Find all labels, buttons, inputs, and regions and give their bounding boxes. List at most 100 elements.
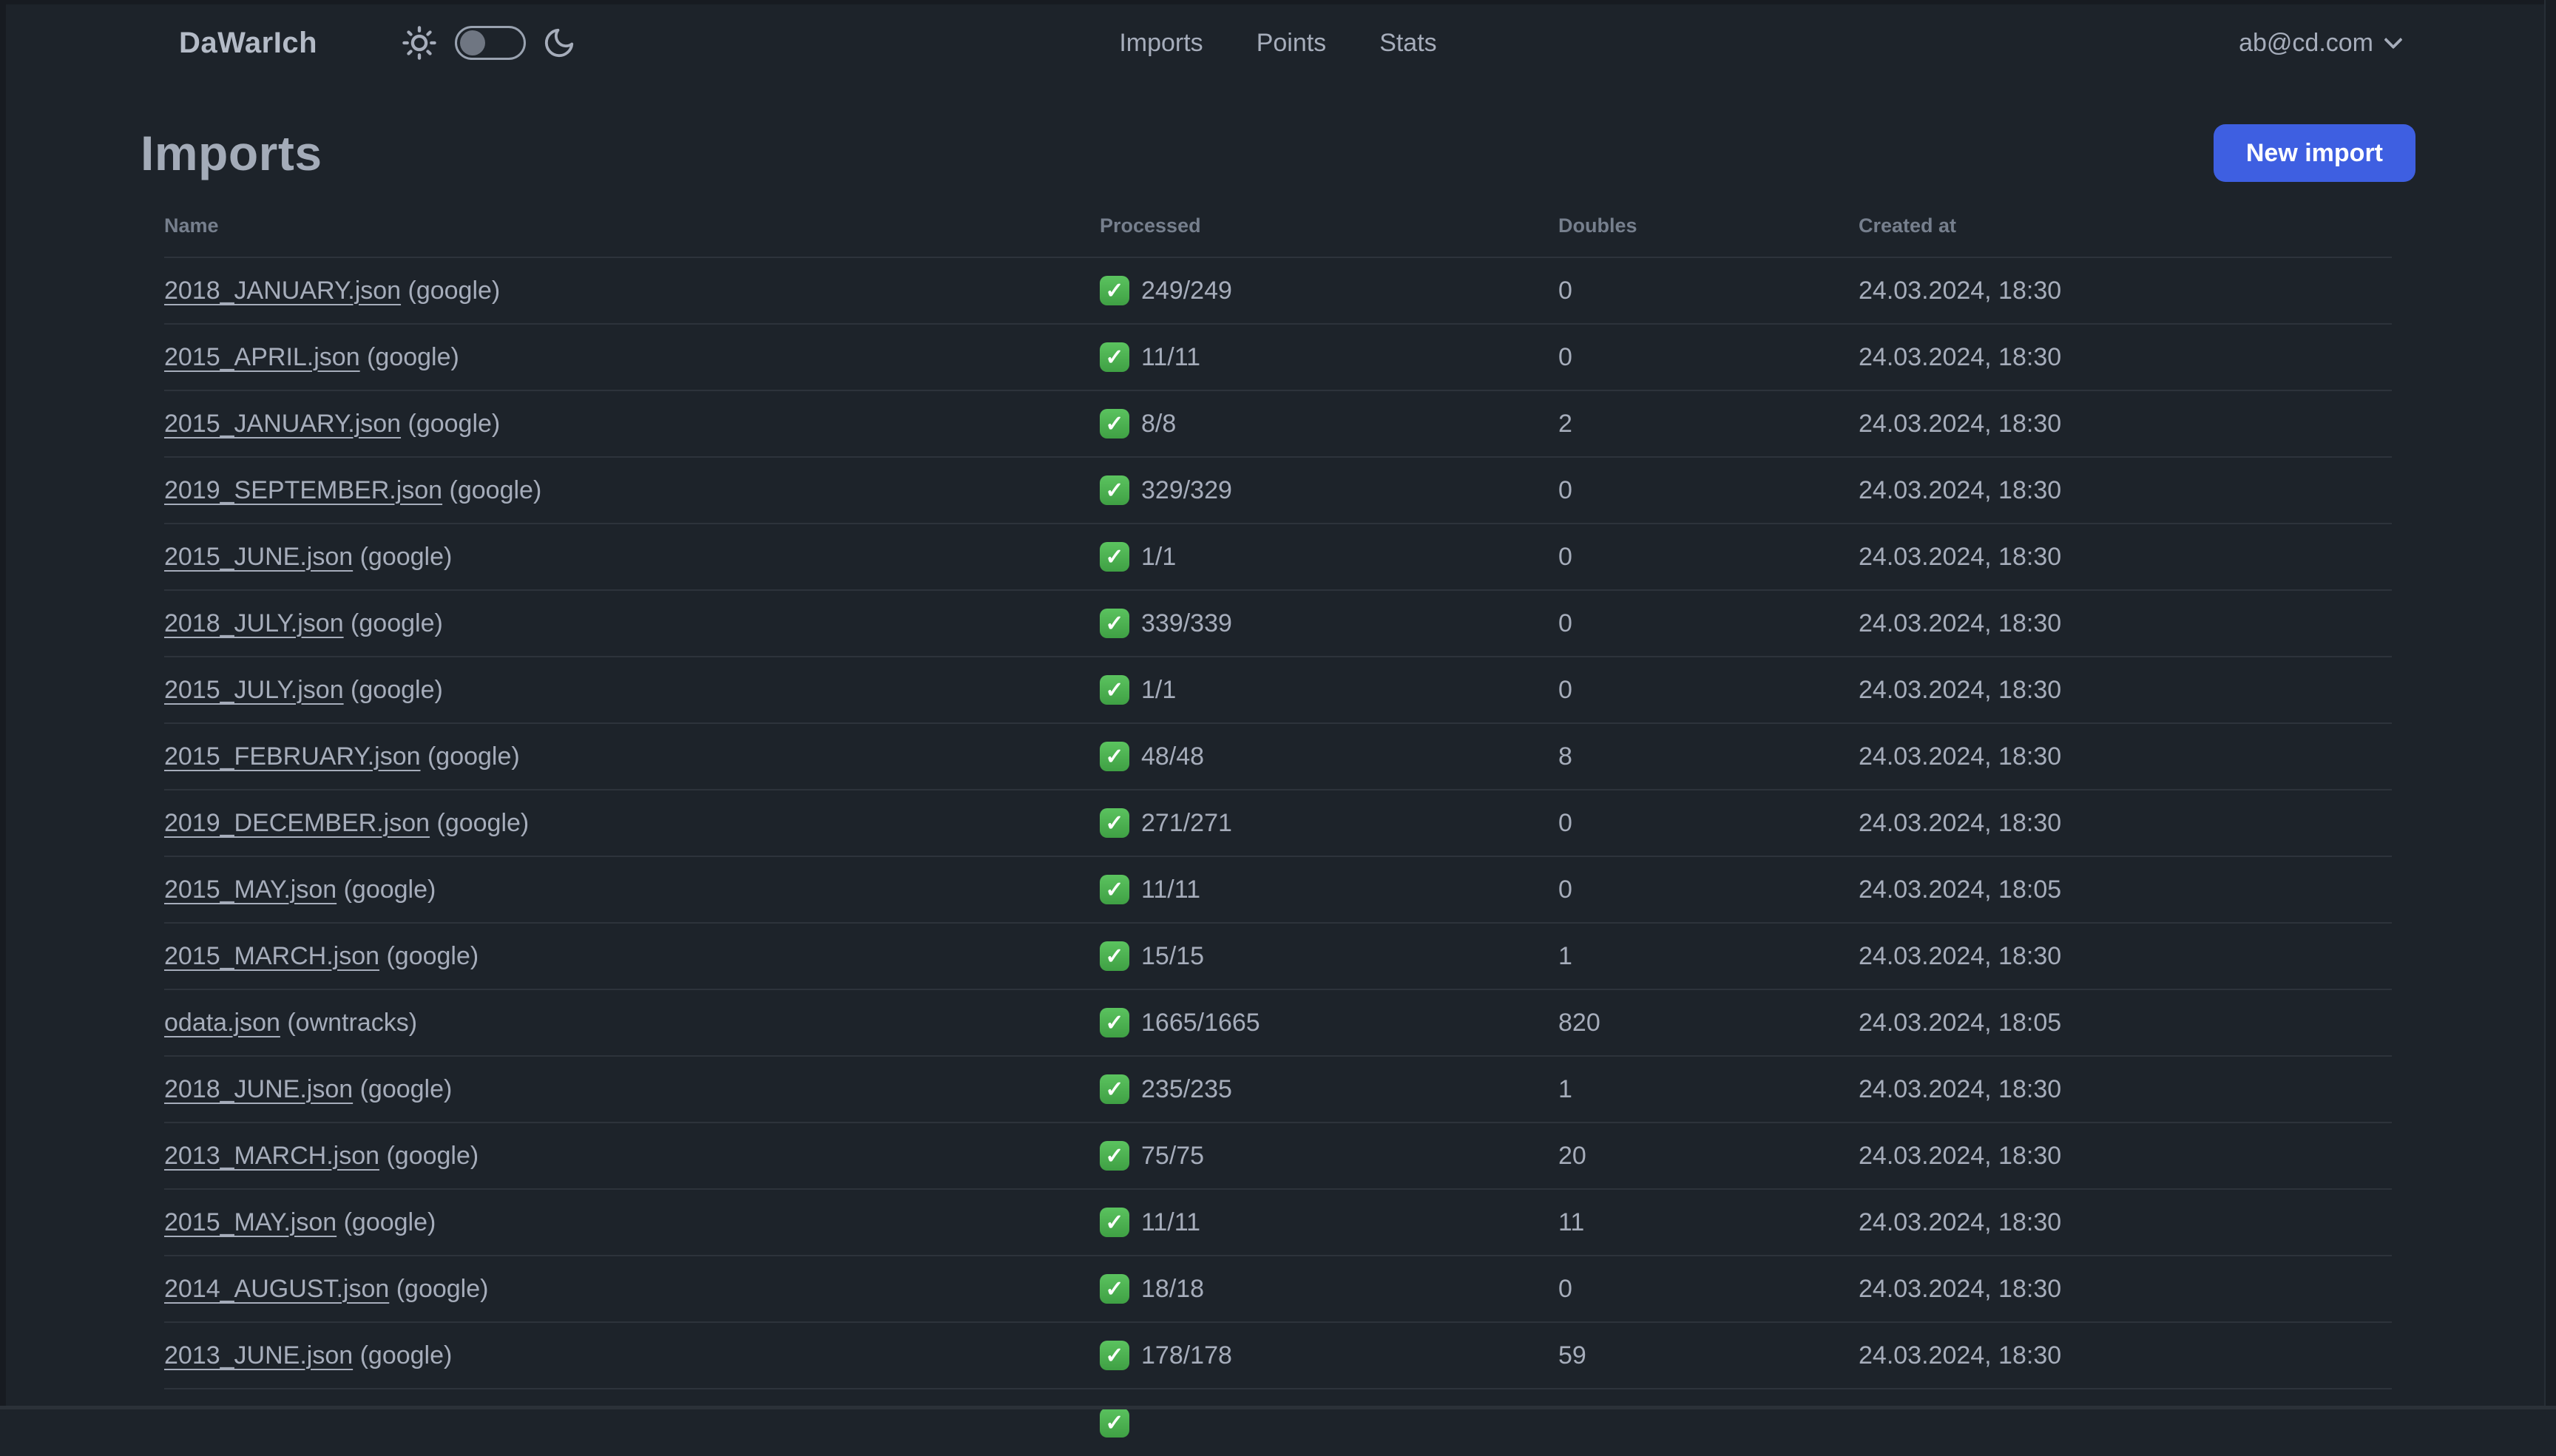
import-file-link[interactable]: 2015_JULY.json [164,676,344,704]
import-name-cell: 2015_FEBRUARY.json (google) [164,742,1100,771]
doubles-count: 20 [1558,1141,1586,1170]
import-source: (google) [337,875,436,904]
processed-cell: ✓ 18/18 [1100,1274,1558,1304]
check-icon: ✓ [1100,1408,1129,1438]
doubles-count: 8 [1558,742,1572,771]
processed-count: 48/48 [1141,742,1205,771]
import-file-link[interactable]: 2018_JUNE.json [164,1075,353,1103]
processed-cell: ✓ 75/75 [1100,1141,1558,1171]
column-header-processed: Processed [1100,214,1201,237]
doubles-count: 0 [1558,542,1572,571]
import-file-link[interactable]: odata.json [164,1009,280,1037]
import-file-link[interactable]: 2019_SEPTEMBER.json [164,476,442,504]
import-source: (google) [343,675,443,704]
doubles-count: 1 [1558,941,1572,970]
nav-link-stats[interactable]: Stats [1379,29,1436,58]
import-name-cell: 2015_MARCH.json (google) [164,942,1100,971]
doubles-count: 820 [1558,1008,1600,1037]
import-source: (google) [337,1208,436,1236]
import-source: (google) [379,941,479,970]
check-icon: ✓ [1100,1274,1129,1304]
check-icon: ✓ [1100,1008,1129,1037]
table-row: 2018_JULY.json (google) ✓ 339/339 0 24.03.20… [164,591,2392,657]
processed-cell: ✓ 339/339 [1100,609,1558,638]
import-file-link[interactable]: 2015_JUNE.json [164,543,353,571]
table-row: 2013_MARCH.json (google) ✓ 75/75 20 24.03.20… [164,1123,2392,1190]
check-icon: ✓ [1100,1341,1129,1370]
main-content: Imports New import Name Processed Double… [0,124,2556,1456]
toggle-knob [460,30,486,55]
imports-table: Name Processed Doubles Created at 2018_J… [164,204,2392,1456]
import-file-link[interactable]: 2018_JANUARY.json [164,277,401,305]
theme-toggle-switch[interactable] [455,26,527,60]
import-file-link[interactable]: 2015_JANUARY.json [164,410,401,438]
processed-count: 15/15 [1141,941,1205,970]
import-file-link[interactable]: 2018_JULY.json [164,609,344,637]
import-file-link[interactable]: 2019_DECEMBER.json [164,809,430,837]
import-file-link[interactable]: 2015_MARCH.json [164,942,379,970]
check-icon: ✓ [1100,675,1129,705]
processed-cell: ✓ 15/15 [1100,941,1558,971]
navbar: DaWarIch Imports Points Stats ab@cd.com [0,0,2556,86]
table-row: 2019_SEPTEMBER.json (google) ✓ 329/329 0 24.… [164,458,2392,524]
doubles-count: 0 [1558,675,1572,704]
page-head: Imports New import [141,124,2415,182]
import-file-link[interactable]: 2015_APRIL.json [164,343,360,371]
table-row: 2015_MARCH.json (google) ✓ 15/15 1 24.03.202… [164,924,2392,990]
processed-cell: ✓ 8/8 [1100,409,1558,439]
check-icon: ✓ [1100,1141,1129,1171]
table-row: 2014_AUGUST.json (google) ✓ 18/18 0 24.03.20… [164,1256,2392,1323]
import-file-link[interactable]: 2013_JUNE.json [164,1341,353,1369]
processed-count: 329/329 [1141,475,1232,504]
page-title: Imports [141,125,322,180]
doubles-count: 0 [1558,276,1572,305]
import-source: (google) [379,1141,479,1170]
user-email: ab@cd.com [2239,28,2373,57]
processed-cell: ✓ 11/11 [1100,875,1558,904]
import-name-cell: 2015_JUNE.json (google) [164,543,1100,572]
import-name-cell: odata.json (owntracks) [164,1009,1100,1037]
app-logo[interactable]: DaWarIch [179,27,317,60]
created-at: 24.03.2024, 18:30 [1859,1274,2062,1303]
new-import-button[interactable]: New import [2213,124,2415,182]
check-icon: ✓ [1100,742,1129,771]
created-at: 24.03.2024, 18:30 [1859,941,2062,970]
created-at: 24.03.2024, 18:30 [1859,342,2062,371]
nav-link-imports[interactable]: Imports [1119,29,1203,58]
created-at: 24.03.2024, 18:30 [1859,1341,2062,1369]
processed-cell: ✓ 249/249 [1100,276,1558,305]
import-file-link[interactable]: 2013_MARCH.json [164,1142,379,1170]
import-file-link[interactable]: 2015_MAY.json [164,1208,337,1236]
table-row: 2015_JULY.json (google) ✓ 1/1 0 24.03.2024, … [164,657,2392,724]
doubles-count: 0 [1558,1274,1572,1303]
scrollbar[interactable] [2544,0,2556,1409]
processed-count: 11/11 [1141,342,1201,371]
check-icon: ✓ [1100,475,1129,505]
check-icon: ✓ [1100,1074,1129,1104]
check-icon: ✓ [1100,609,1129,638]
import-source: (google) [430,808,530,837]
import-file-link[interactable]: 2014_AUGUST.json [164,1275,389,1303]
nav-link-points[interactable]: Points [1257,29,1327,58]
import-source: (google) [389,1274,489,1303]
table-row: 2015_MAY.json (google) ✓ 11/11 11 24.03.2024… [164,1190,2392,1256]
created-at: 24.03.2024, 18:30 [1859,1208,2062,1236]
created-at: 24.03.2024, 18:30 [1859,1074,2062,1103]
processed-count: 178/178 [1141,1341,1232,1369]
processed-cell: ✓ 235/235 [1100,1074,1558,1104]
column-header-doubles: Doubles [1558,214,1637,237]
created-at: 24.03.2024, 18:05 [1859,875,2062,904]
processed-cell: ✓ 1/1 [1100,542,1558,572]
window-bottom-edge [0,1406,2556,1409]
check-icon: ✓ [1100,1208,1129,1237]
check-icon: ✓ [1100,808,1129,838]
import-source: (google) [401,409,501,438]
import-file-link[interactable]: 2015_FEBRUARY.json [164,742,421,771]
user-menu[interactable]: ab@cd.com [2239,28,2403,58]
processed-cell: ✓ [1100,1408,1558,1438]
import-file-link[interactable]: 2015_MAY.json [164,876,337,904]
doubles-count: 0 [1558,342,1572,371]
import-name-cell: 2015_MAY.json (google) [164,1208,1100,1237]
processed-count: 75/75 [1141,1141,1205,1170]
doubles-count: 0 [1558,808,1572,837]
